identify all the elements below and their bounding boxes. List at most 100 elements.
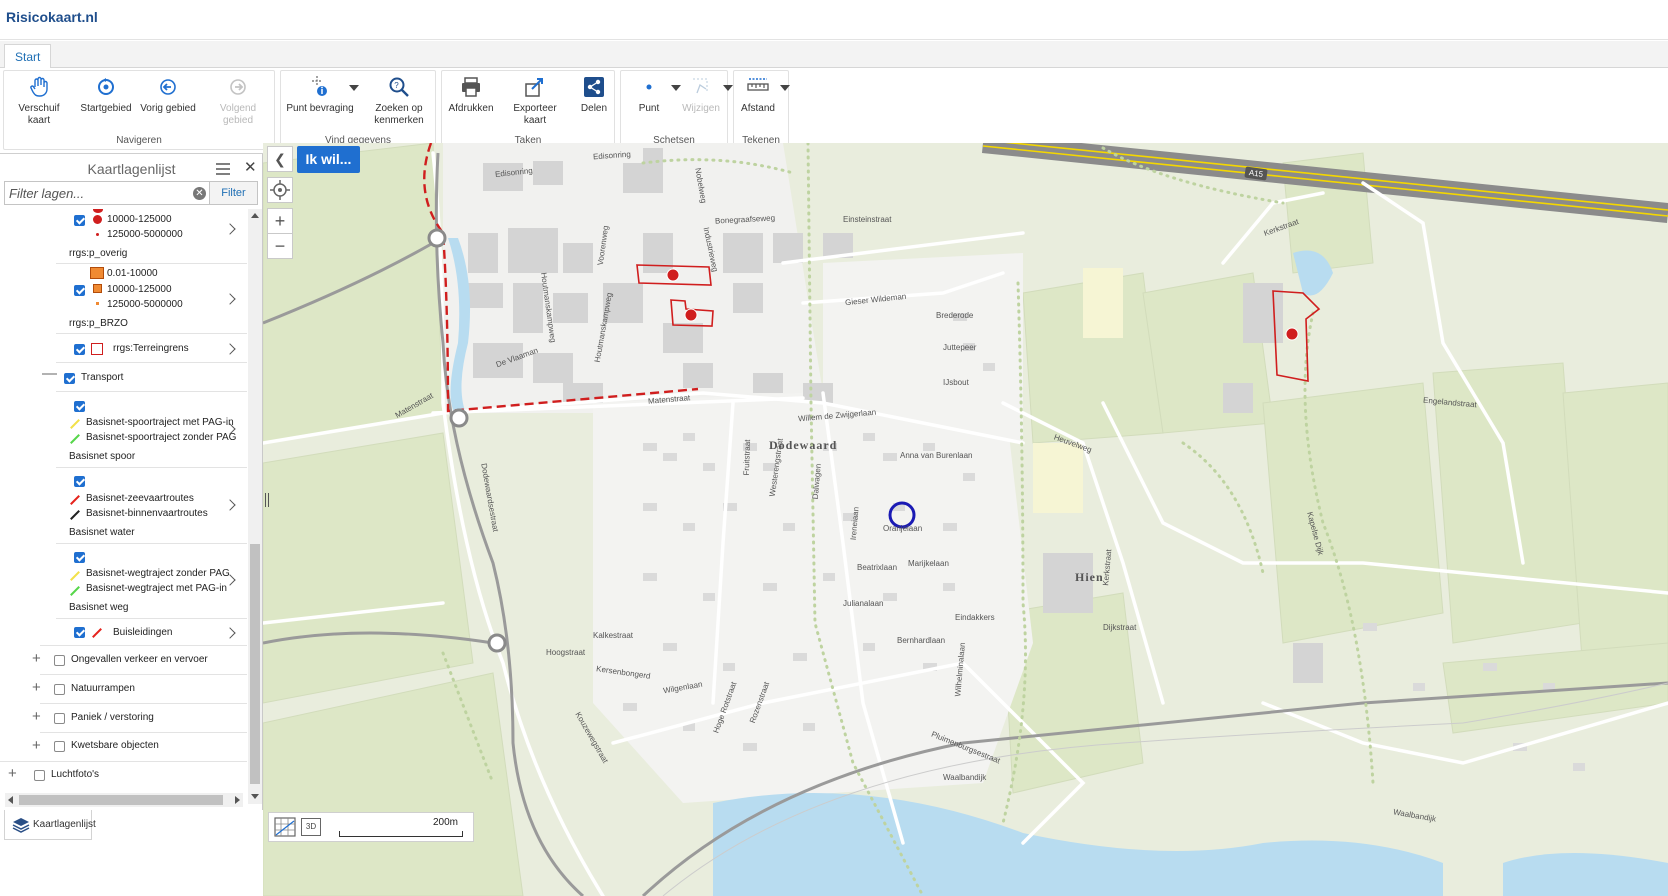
- expand-icon[interactable]: +: [32, 680, 41, 695]
- close-icon[interactable]: ✕: [244, 160, 257, 175]
- layer-list-tab-label: Kaartlagenlijst: [33, 819, 96, 830]
- edit-sketch-dropdown-caret[interactable]: [723, 85, 733, 91]
- divider: [56, 333, 247, 334]
- chevron-right-icon[interactable]: [224, 223, 236, 235]
- layer-checkbox-buisleidingen[interactable]: [74, 627, 85, 638]
- layer-checkbox-natuurrampen[interactable]: [54, 684, 65, 695]
- app-title[interactable]: Risicokaart.nl: [6, 9, 98, 25]
- legend-symbol-green-line: [70, 434, 80, 444]
- street-label: Kalkestraat: [593, 631, 634, 640]
- expand-icon[interactable]: +: [32, 738, 41, 753]
- group-name-paniek: Paniek / verstoring: [71, 712, 154, 723]
- layer-list-tab[interactable]: Kaartlagenlijst: [4, 810, 96, 840]
- street-label: Oranjelaan: [883, 524, 923, 533]
- legend-symbol-black-line: [70, 510, 80, 520]
- horizontal-scrollbar[interactable]: [5, 793, 243, 807]
- expand-icon[interactable]: +: [8, 766, 17, 781]
- layer-checkbox-p-overig[interactable]: [74, 285, 85, 296]
- layer-checkbox-basisnet-spoor[interactable]: [74, 401, 85, 412]
- filter-layers-input[interactable]: [9, 185, 189, 202]
- legend-label: 125000-5000000: [107, 299, 183, 310]
- scroll-down-arrow-icon[interactable]: [251, 794, 259, 799]
- street-label: Waalbandijk: [943, 773, 987, 782]
- layer-checkbox-paniek[interactable]: [54, 713, 65, 724]
- layer-name-p-brzo: rrgs:p_BRZO: [69, 318, 128, 329]
- filter-button[interactable]: Filter: [209, 181, 258, 205]
- layer-checkbox-kwetsbare-objecten[interactable]: [54, 741, 65, 752]
- divider: [56, 467, 247, 468]
- scroll-left-arrow-icon[interactable]: [8, 796, 13, 804]
- menu-icon[interactable]: [216, 163, 230, 175]
- chevron-right-icon[interactable]: [224, 343, 236, 355]
- group-vind-gegevens: Punt bevraging ? Zoeken op kenmerken Vin…: [280, 70, 436, 150]
- clear-icon[interactable]: ✕: [193, 187, 206, 200]
- point-query-dropdown-caret[interactable]: [349, 85, 359, 91]
- locate-button[interactable]: [267, 177, 293, 203]
- chevron-right-icon[interactable]: [224, 293, 236, 305]
- layer-name-p-overig: rrgs:p_overig: [69, 248, 128, 259]
- layer-name-basisnet-spoor: Basisnet spoor: [69, 451, 136, 462]
- tab-start[interactable]: Start: [4, 44, 52, 69]
- scroll-right-arrow-icon[interactable]: [235, 796, 240, 804]
- layer-checkbox-terreingrens[interactable]: [74, 344, 85, 355]
- share-icon: [584, 77, 604, 97]
- layer-checkbox-ongevallen[interactable]: [54, 655, 65, 666]
- scrollbar-thumb[interactable]: [19, 795, 223, 805]
- vertical-scrollbar[interactable]: [248, 209, 262, 804]
- legend-label: Basisnet-spoortraject met PAG-in: [86, 417, 234, 428]
- expand-icon[interactable]: +: [32, 651, 41, 666]
- next-extent-button[interactable]: Volgend gebied: [204, 75, 272, 127]
- share-label: Delen: [580, 103, 608, 114]
- share-button[interactable]: Delen: [576, 75, 612, 115]
- measure-distance-dropdown-caret[interactable]: [780, 85, 790, 91]
- edit-sketch-icon: [693, 78, 708, 94]
- chevron-right-icon[interactable]: [224, 499, 236, 511]
- panel-resize-handle[interactable]: [265, 493, 269, 507]
- collapse-panel-button[interactable]: ❮: [267, 146, 293, 172]
- layer-checkbox-luchtfotos[interactable]: [34, 770, 45, 781]
- basemap-grid-icon[interactable]: [274, 817, 296, 837]
- sketch-point-button[interactable]: Punt: [627, 75, 681, 115]
- divider: [56, 391, 247, 392]
- scrollbar-thumb[interactable]: [250, 544, 260, 784]
- search-attributes-button[interactable]: ? Zoeken op kenmerken: [367, 75, 431, 127]
- ik-wil-button[interactable]: Ik wil...: [297, 146, 360, 173]
- layer-checkbox-transport[interactable]: [64, 373, 75, 384]
- street-label: Fruitstraat: [741, 439, 753, 476]
- previous-extent-button[interactable]: Vorig gebied: [139, 75, 197, 115]
- edit-sketch-label: Wijzigen: [682, 103, 720, 114]
- layer-name-terreingrens: rrgs:Terreingrens: [113, 343, 189, 354]
- measure-distance-button[interactable]: Afstand: [738, 75, 790, 115]
- ribbon-toolbar: Verschuif kaart Startgebied Vorig gebied…: [0, 68, 1668, 154]
- legend-symbol-large-dot: [93, 209, 103, 213]
- collapse-icon[interactable]: —: [42, 366, 57, 381]
- zoom-out-button[interactable]: −: [267, 233, 293, 259]
- legend-symbol-medium-dot: [93, 215, 102, 224]
- street-label: Bernhardlaan: [897, 636, 946, 645]
- zoom-in-button[interactable]: +: [267, 208, 293, 234]
- street-label: Eindakkers: [955, 613, 995, 622]
- point-query-label: Punt bevraging: [286, 103, 354, 114]
- edit-sketch-button[interactable]: Wijzigen: [679, 75, 733, 115]
- point-query-button[interactable]: Punt bevraging: [285, 75, 359, 115]
- print-button[interactable]: Afdrukken: [446, 75, 496, 115]
- layer-checkbox-basisnet-water[interactable]: [74, 476, 85, 487]
- legend-symbol-outline-square: [91, 343, 103, 355]
- plus-icon: +: [274, 211, 286, 231]
- ribbon-tab-bar: Start: [0, 41, 1668, 69]
- layer-name-basisnet-weg: Basisnet weg: [69, 602, 129, 613]
- sketch-point-icon: [646, 84, 652, 90]
- layer-checkbox-vuurwerk[interactable]: [74, 215, 85, 226]
- pan-map-button[interactable]: Verschuif kaart: [8, 75, 70, 127]
- expand-icon[interactable]: +: [32, 709, 41, 724]
- street-label: Marijkelaan: [908, 559, 949, 568]
- map-view[interactable]: Edisonring Edisonring Bonegraafseweg Ein…: [263, 143, 1668, 896]
- home-extent-button[interactable]: Startgebied: [76, 75, 136, 115]
- scroll-up-arrow-icon[interactable]: [251, 213, 259, 218]
- hand-icon: [30, 76, 48, 97]
- export-map-button[interactable]: Exporteer kaart: [502, 75, 568, 127]
- chevron-right-icon[interactable]: [224, 627, 236, 639]
- view-3d-icon[interactable]: 3D: [301, 818, 321, 836]
- layer-checkbox-basisnet-weg[interactable]: [74, 552, 85, 563]
- layer-name-buisleidingen: Buisleidingen: [113, 627, 173, 638]
